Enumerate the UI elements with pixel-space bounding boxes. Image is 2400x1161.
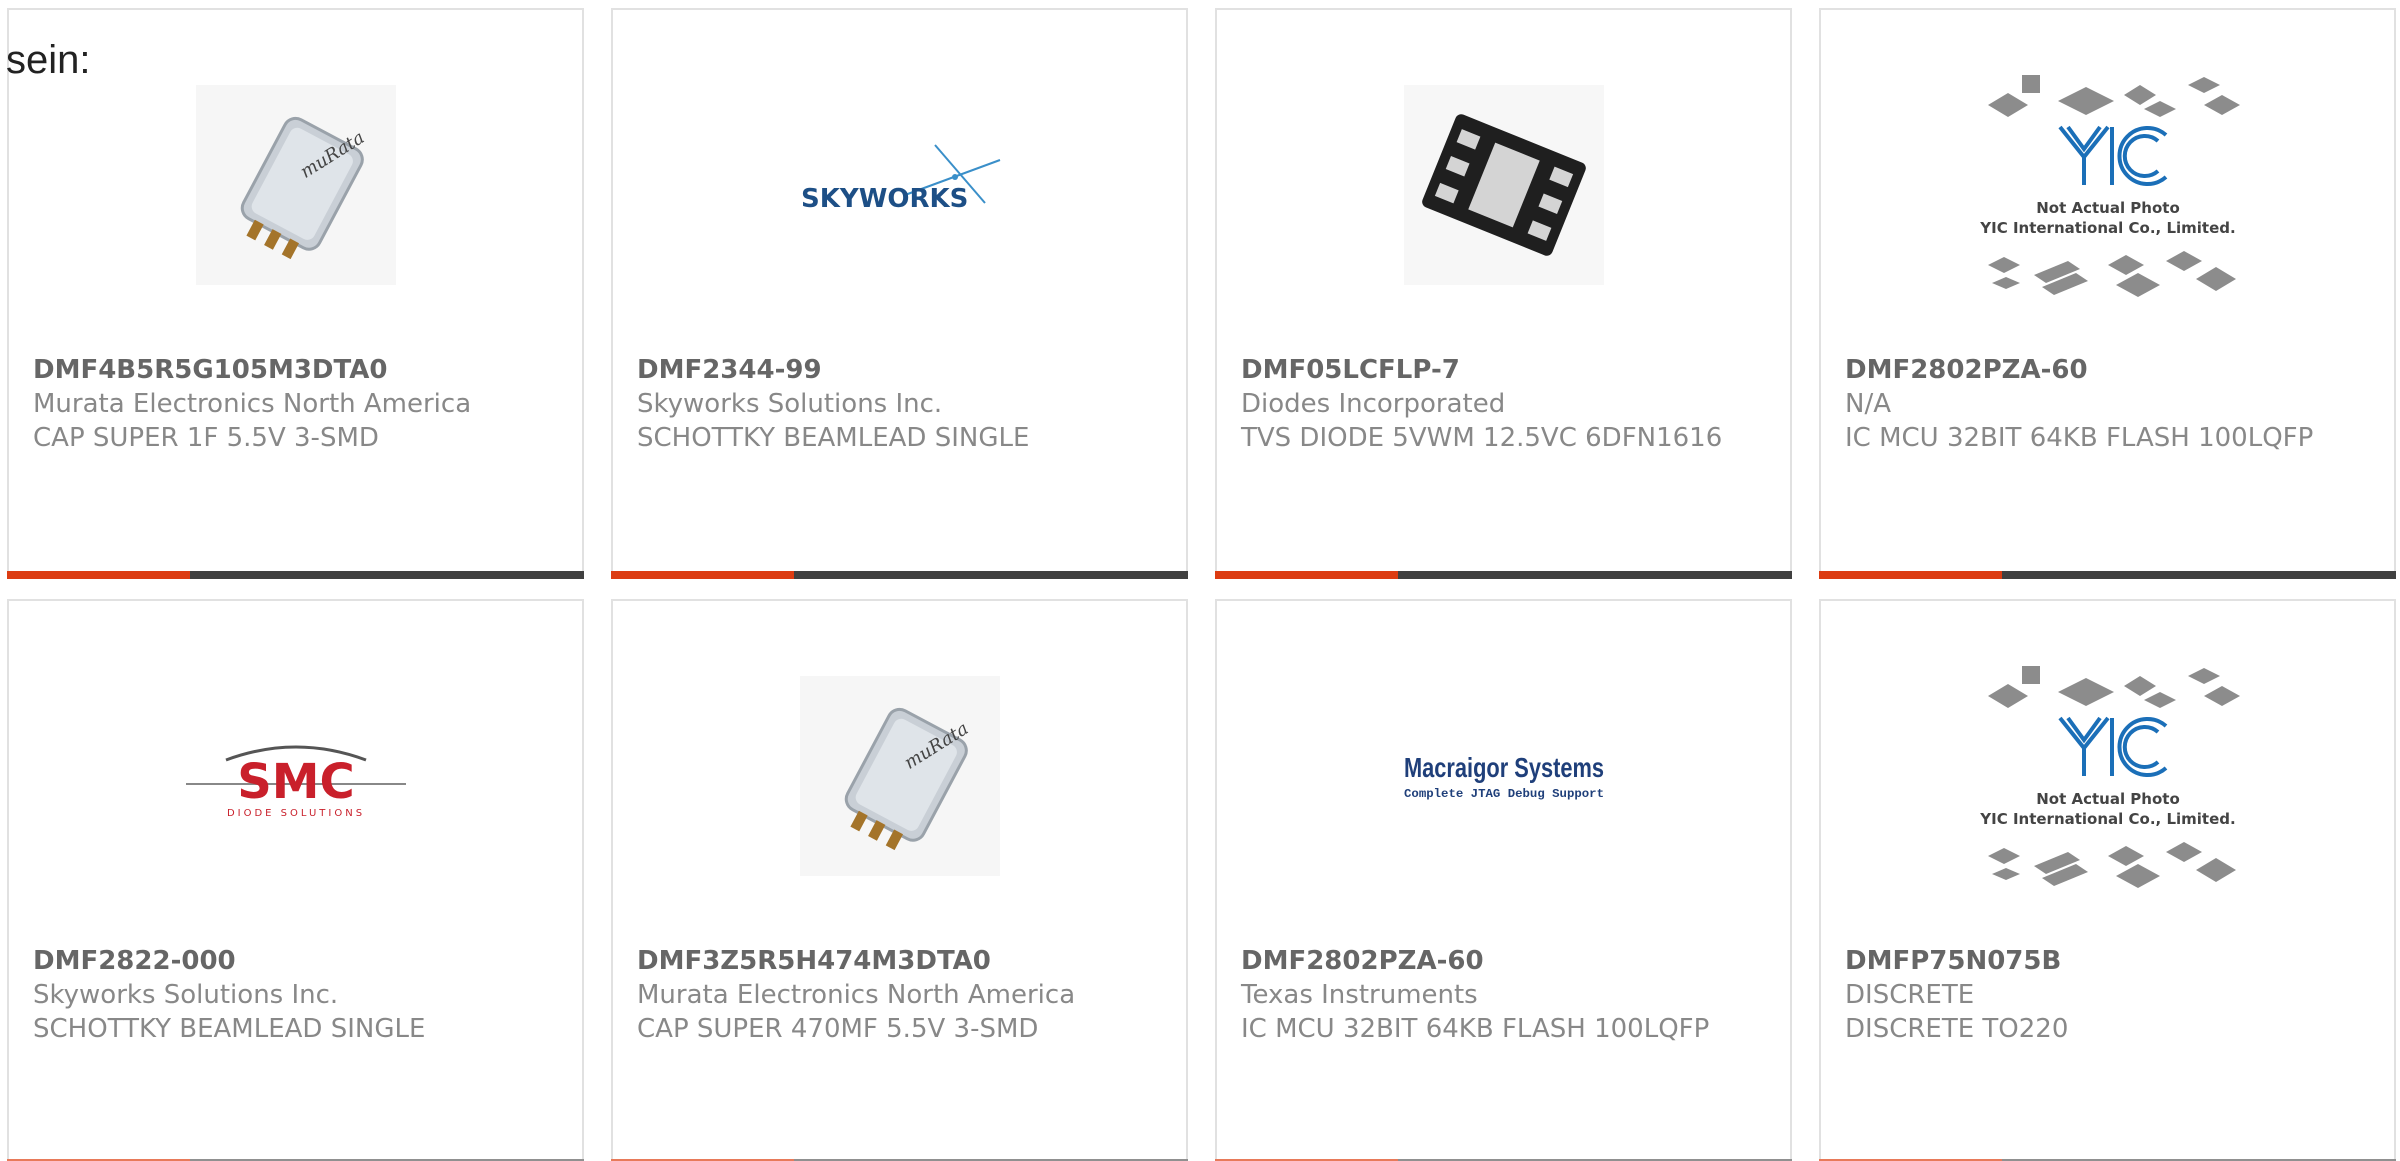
manufacturer: N/A (1845, 389, 1891, 419)
logo-subtext: DIODE SOLUTIONS (226, 808, 364, 819)
description: SCHOTTKY BEAMLEAD SINGLE (33, 1014, 426, 1044)
part-number-link[interactable]: DMF2822-000 (33, 944, 558, 978)
description: TVS DIODE 5VWM 12.5VC 6DFN1616 (1241, 423, 1723, 453)
logo-text: Macraigor Systems (1404, 752, 1604, 783)
part-number-link[interactable]: DMF4B5R5G105M3DTA0 (33, 353, 558, 387)
product-card[interactable]: DMF05LCFLP-7 Diodes Incorporated TVS DIO… (1215, 8, 1792, 579)
description: DISCRETE TO220 (1845, 1014, 2069, 1044)
placeholder-line2: YIC International Co., Limited. (1979, 219, 2235, 237)
card-accent-bar (7, 571, 190, 579)
product-image[interactable] (1217, 70, 1790, 300)
dfn-package-icon (1403, 85, 1604, 285)
placeholder-line1: Not Actual Photo (2036, 790, 2180, 808)
card-bottom-bar (1215, 571, 1792, 579)
manufacturer: Murata Electronics North America (33, 389, 472, 419)
description: CAP SUPER 1F 5.5V 3-SMD (33, 423, 379, 453)
macraigor-logo-icon: Macraigor Systems Complete JTAG Debug Su… (1404, 752, 1604, 801)
supercap-photo-icon: muRata (799, 676, 1000, 876)
placeholder-line1: Not Actual Photo (2036, 199, 2180, 217)
product-image[interactable]: Macraigor Systems Complete JTAG Debug Su… (1217, 661, 1790, 891)
part-number-link[interactable]: DMFP75N075B (1845, 944, 2370, 978)
placeholder-line2: YIC International Co., Limited. (1979, 810, 2235, 828)
product-image[interactable]: muRata (613, 661, 1186, 891)
manufacturer: Skyworks Solutions Inc. (637, 389, 943, 419)
manufacturer: Murata Electronics North America (637, 980, 1076, 1010)
product-card[interactable]: SKYWORKS DMF2344-99 Skyworks Solutions I… (611, 8, 1188, 579)
logo-text: SKYWORKS (801, 184, 968, 214)
part-number-link[interactable]: DMF3Z5R5H474M3DTA0 (637, 944, 1162, 978)
logo-text: SMC (237, 754, 355, 810)
product-card[interactable]: Not Actual Photo YIC International Co., … (1819, 8, 2396, 579)
yic-placeholder-icon: Not Actual Photo YIC International Co., … (1979, 75, 2240, 297)
manufacturer: Skyworks Solutions Inc. (33, 980, 339, 1010)
skyworks-logo-icon: SKYWORKS (801, 144, 1000, 214)
part-number-link[interactable]: DMF05LCFLP-7 (1241, 353, 1766, 387)
yic-placeholder-icon: Not Actual Photo YIC International Co., … (1979, 666, 2240, 888)
manufacturer: Texas Instruments (1241, 980, 1478, 1010)
product-card[interactable]: Not Actual Photo YIC International Co., … (1819, 599, 2396, 1161)
product-grid-page: sein: muRata DMF4B5R5G105M3DTA0 Murata E… (0, 0, 2400, 1161)
card-bottom-bar (1819, 571, 2396, 579)
product-image[interactable]: SMC DIODE SOLUTIONS (9, 661, 582, 891)
part-number-link[interactable]: DMF2802PZA-60 (1241, 944, 1766, 978)
product-card[interactable]: muRata DMF3Z5R5H474M3DTA0 Murata Electro… (611, 599, 1188, 1161)
product-card[interactable]: muRata DMF4B5R5G105M3DTA0 Murata Electro… (7, 8, 584, 579)
manufacturer: DISCRETE (1845, 980, 1975, 1010)
intro-text: sein: (6, 38, 91, 82)
smc-logo-icon: SMC DIODE SOLUTIONS (185, 745, 406, 819)
description: CAP SUPER 470MF 5.5V 3-SMD (637, 1014, 1039, 1044)
part-number-link[interactable]: DMF2344-99 (637, 353, 1162, 387)
card-accent-bar (611, 571, 794, 579)
supercap-photo-icon: muRata (195, 85, 396, 285)
manufacturer: Diodes Incorporated (1241, 389, 1506, 419)
part-number-link[interactable]: DMF2802PZA-60 (1845, 353, 2370, 387)
product-image[interactable]: SKYWORKS (613, 70, 1186, 300)
product-image[interactable]: muRata (9, 70, 582, 300)
card-accent-bar (1819, 571, 2002, 579)
product-image[interactable]: Not Actual Photo YIC International Co., … (1821, 661, 2394, 891)
description: IC MCU 32BIT 64KB FLASH 100LQFP (1241, 1014, 1710, 1044)
card-bottom-bar (7, 571, 584, 579)
card-accent-bar (1215, 571, 1398, 579)
product-card[interactable]: Macraigor Systems Complete JTAG Debug Su… (1215, 599, 1792, 1161)
card-bottom-bar (611, 571, 1188, 579)
description: IC MCU 32BIT 64KB FLASH 100LQFP (1845, 423, 2314, 453)
product-image[interactable]: Not Actual Photo YIC International Co., … (1821, 70, 2394, 300)
logo-subtext: Complete JTAG Debug Support (1404, 787, 1604, 801)
product-card[interactable]: SMC DIODE SOLUTIONS DMF2822-000 Skyworks… (7, 599, 584, 1161)
description: SCHOTTKY BEAMLEAD SINGLE (637, 423, 1030, 453)
